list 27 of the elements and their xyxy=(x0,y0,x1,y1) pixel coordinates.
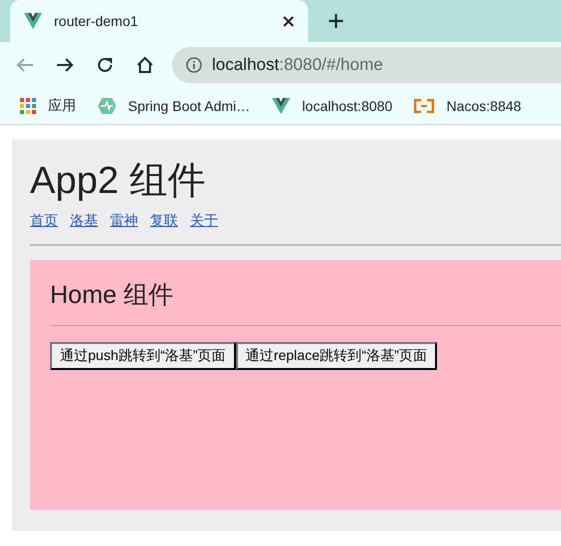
new-tab-icon[interactable] xyxy=(328,13,344,29)
nav-link[interactable]: 雷神 xyxy=(110,212,138,230)
tab-title: router-demo1 xyxy=(54,13,140,29)
forward-icon[interactable] xyxy=(56,57,74,73)
nav-link[interactable]: 复联 xyxy=(150,212,178,230)
bookmark[interactable]: 应用 xyxy=(20,97,76,115)
home-icon[interactable] xyxy=(136,56,154,74)
bookmark[interactable]: Spring Boot Admi… xyxy=(98,98,250,114)
browser-tab[interactable]: router-demo1 xyxy=(10,0,308,42)
navigate-button[interactable]: 通过push跳转到“洛基”页面 xyxy=(50,342,236,370)
nav-link[interactable]: 首页 xyxy=(30,212,58,230)
vue-logo-icon xyxy=(24,13,42,29)
reload-icon[interactable] xyxy=(96,56,114,74)
bracket-icon xyxy=(414,99,434,113)
info-icon xyxy=(186,57,202,73)
apps-grid-icon xyxy=(20,98,36,114)
address-bar[interactable]: localhost:8080/#/home xyxy=(172,47,561,83)
nav-link[interactable]: 洛基 xyxy=(70,212,98,230)
page-title: App2 组件 xyxy=(30,159,206,204)
navigate-button[interactable]: 通过replace跳转到“洛基”页面 xyxy=(236,342,437,370)
vue-logo-icon xyxy=(272,98,290,114)
bookmark[interactable]: localhost:8080 xyxy=(272,98,392,114)
nav-link[interactable]: 关于 xyxy=(190,212,218,230)
close-icon[interactable] xyxy=(283,16,294,26)
pulse-icon xyxy=(98,98,116,114)
bookmark[interactable]: Nacos:8848 xyxy=(414,98,522,114)
section-heading: Home 组件 xyxy=(50,280,175,311)
